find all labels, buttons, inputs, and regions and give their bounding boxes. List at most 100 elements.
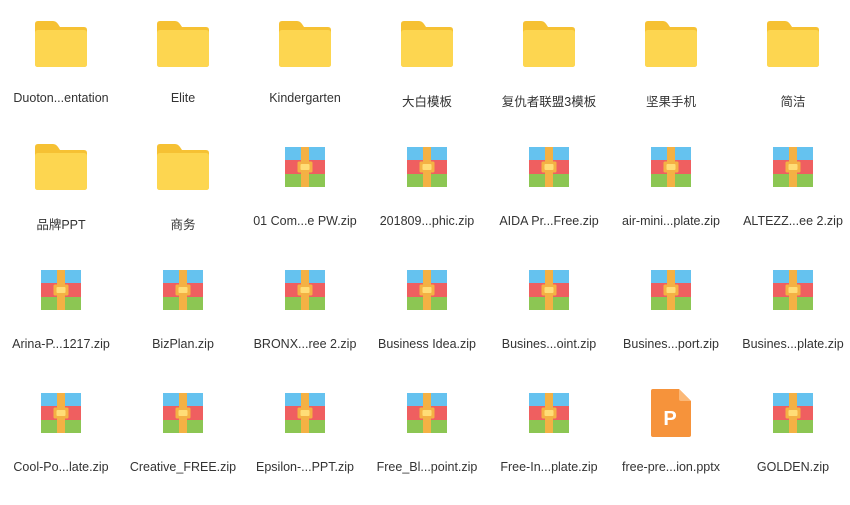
file-label: Busines...oint.zip xyxy=(501,337,597,351)
file-icon-wrapper xyxy=(761,135,825,199)
zip-archive-icon xyxy=(285,270,325,310)
zip-archive-icon xyxy=(407,270,447,310)
file-item[interactable]: P free-pre...ion.pptx xyxy=(610,373,732,496)
file-item[interactable]: 大白模板 xyxy=(366,4,488,127)
zip-archive-icon xyxy=(163,393,203,433)
file-label: Arina-P...1217.zip xyxy=(12,337,110,351)
zip-archive-icon xyxy=(529,393,569,433)
file-item[interactable]: 复仇者联盟3模板 xyxy=(488,4,610,127)
file-label: Busines...port.zip xyxy=(623,337,719,351)
file-item[interactable]: 201809...phic.zip xyxy=(366,127,488,250)
file-item[interactable]: Kindergarten xyxy=(244,4,366,127)
file-label: GOLDEN.zip xyxy=(756,460,830,474)
file-icon-wrapper xyxy=(517,381,581,445)
file-label: AIDA Pr...Free.zip xyxy=(499,214,599,228)
file-item[interactable]: 品牌PPT xyxy=(0,127,122,250)
file-icon-wrapper: P xyxy=(639,381,703,445)
file-item[interactable]: Duoton...entation xyxy=(0,4,122,127)
file-item[interactable]: Busines...oint.zip xyxy=(488,250,610,373)
file-item[interactable]: BRONX...ree 2.zip xyxy=(244,250,366,373)
file-item[interactable]: Business Idea.zip xyxy=(366,250,488,373)
folder-icon xyxy=(767,21,819,67)
file-item[interactable]: Free_Bl...point.zip xyxy=(366,373,488,496)
file-label: 大白模板 xyxy=(401,95,452,109)
zip-archive-icon xyxy=(285,393,325,433)
file-item[interactable]: Creative_FREE.zip xyxy=(122,373,244,496)
file-label: 商务 xyxy=(170,218,196,232)
zip-archive-icon xyxy=(407,393,447,433)
file-label: 简洁 xyxy=(780,95,806,109)
file-item[interactable]: BizPlan.zip xyxy=(122,250,244,373)
file-icon-wrapper xyxy=(29,135,93,199)
file-icon-wrapper xyxy=(151,381,215,445)
file-label: Duoton...entation xyxy=(13,91,109,105)
file-icon-wrapper xyxy=(761,12,825,76)
file-label: Elite xyxy=(170,91,196,105)
file-item[interactable]: Elite xyxy=(122,4,244,127)
file-label: 坚果手机 xyxy=(645,95,696,109)
file-label: Free_Bl...point.zip xyxy=(376,460,478,474)
file-icon-wrapper xyxy=(151,135,215,199)
folder-icon xyxy=(157,21,209,67)
file-item[interactable]: 商务 xyxy=(122,127,244,250)
file-label: air-mini...plate.zip xyxy=(622,214,720,228)
file-label: 01 Com...e PW.zip xyxy=(253,214,357,228)
zip-archive-icon xyxy=(651,270,691,310)
file-item[interactable]: Busines...plate.zip xyxy=(732,250,850,373)
file-icon-wrapper xyxy=(639,135,703,199)
file-item[interactable]: Busines...port.zip xyxy=(610,250,732,373)
zip-archive-icon xyxy=(41,393,81,433)
zip-archive-icon xyxy=(529,270,569,310)
file-icon-wrapper xyxy=(395,135,459,199)
file-icon-wrapper xyxy=(151,12,215,76)
zip-archive-icon xyxy=(773,270,813,310)
file-label: Cool-Po...late.zip xyxy=(13,460,109,474)
file-item[interactable]: 01 Com...e PW.zip xyxy=(244,127,366,250)
file-item[interactable]: air-mini...plate.zip xyxy=(610,127,732,250)
file-icon-wrapper xyxy=(761,258,825,322)
file-label: 201809...phic.zip xyxy=(379,214,475,228)
file-icon-wrapper xyxy=(273,258,337,322)
file-grid: Duoton...entation Elite Kindergarten 大白模… xyxy=(0,0,850,505)
zip-archive-icon xyxy=(41,270,81,310)
zip-archive-icon xyxy=(285,147,325,187)
zip-archive-icon xyxy=(773,393,813,433)
file-item[interactable]: Cool-Po...late.zip xyxy=(0,373,122,496)
file-icon-wrapper xyxy=(639,12,703,76)
file-icon-wrapper xyxy=(517,12,581,76)
file-icon-wrapper xyxy=(395,258,459,322)
pptx-glyph: P xyxy=(663,408,676,430)
folder-icon xyxy=(35,144,87,190)
folder-icon xyxy=(523,21,575,67)
file-label: 品牌PPT xyxy=(36,218,86,232)
file-label: Kindergarten xyxy=(269,91,341,105)
folder-icon xyxy=(279,21,331,67)
file-icon-wrapper xyxy=(29,12,93,76)
file-label: BizPlan.zip xyxy=(152,337,214,351)
file-icon-wrapper xyxy=(273,135,337,199)
file-item[interactable]: GOLDEN.zip xyxy=(732,373,850,496)
file-item[interactable]: 简洁 xyxy=(732,4,850,127)
file-item[interactable]: Arina-P...1217.zip xyxy=(0,250,122,373)
file-label: free-pre...ion.pptx xyxy=(622,460,720,474)
zip-archive-icon xyxy=(163,270,203,310)
file-item[interactable]: AIDA Pr...Free.zip xyxy=(488,127,610,250)
pptx-icon: P xyxy=(651,389,691,437)
file-label: Creative_FREE.zip xyxy=(129,460,237,474)
file-icon-wrapper xyxy=(151,258,215,322)
folder-icon xyxy=(645,21,697,67)
folder-icon xyxy=(35,21,87,67)
file-icon-wrapper xyxy=(395,381,459,445)
file-label: Busines...plate.zip xyxy=(742,337,844,351)
folder-icon xyxy=(157,144,209,190)
zip-archive-icon xyxy=(773,147,813,187)
file-item[interactable]: Free-In...plate.zip xyxy=(488,373,610,496)
file-label: BRONX...ree 2.zip xyxy=(253,337,357,351)
file-label: Business Idea.zip xyxy=(378,337,476,351)
file-label: ALTEZZ...ee 2.zip xyxy=(743,214,843,228)
file-item[interactable]: Epsilon-...PPT.zip xyxy=(244,373,366,496)
file-icon-wrapper xyxy=(639,258,703,322)
file-item[interactable]: ALTEZZ...ee 2.zip xyxy=(732,127,850,250)
file-icon-wrapper xyxy=(29,258,93,322)
file-item[interactable]: 坚果手机 xyxy=(610,4,732,127)
